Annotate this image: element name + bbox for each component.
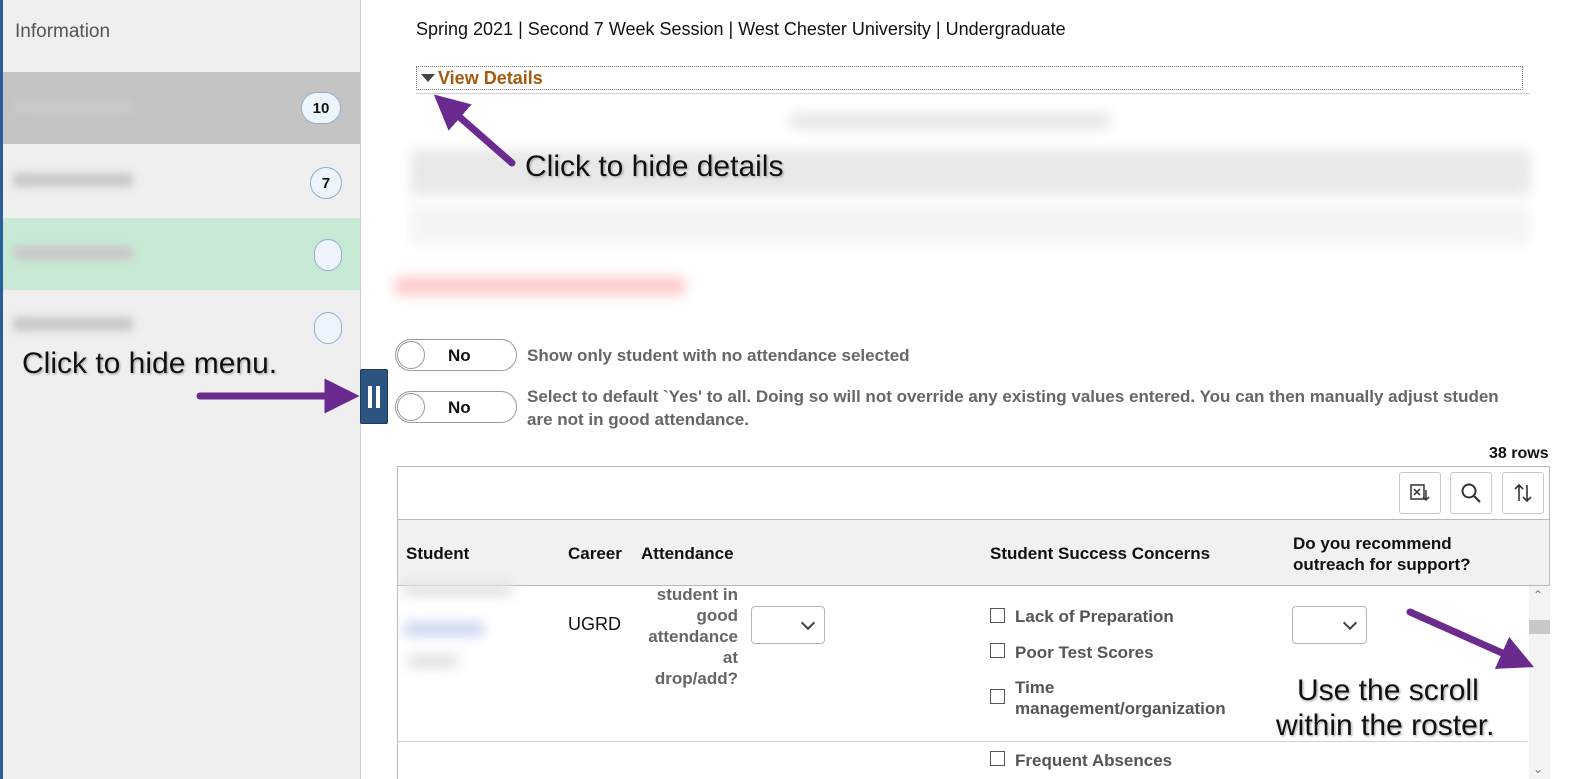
annotation-hide-menu: Click to hide menu.: [22, 347, 278, 380]
toggle-value: No: [448, 346, 471, 365]
attendance-question-line: student in: [656, 585, 738, 604]
column-concerns[interactable]: Student Success Concerns: [990, 543, 1210, 564]
scroll-up-icon[interactable]: ⌃: [1533, 588, 1543, 602]
column-student[interactable]: Student: [406, 543, 469, 564]
toggle-knob: [397, 393, 425, 421]
attendance-question-line: attendance: [648, 627, 738, 646]
concern-label: Lack of Preparation: [1015, 607, 1174, 626]
lack-of-preparation-checkbox[interactable]: [990, 608, 1005, 623]
default-yes-toggle[interactable]: No: [395, 391, 517, 423]
collapse-menu-button[interactable]: [360, 369, 388, 424]
term-info: Spring 2021 | Second 7 Week Session | We…: [416, 19, 1066, 39]
attendance-select[interactable]: [751, 606, 825, 644]
sidebar-item-3[interactable]: [3, 218, 360, 290]
scroll-down-icon[interactable]: ⌄: [1533, 762, 1543, 776]
column-outreach-line1[interactable]: Do you recommend: [1293, 533, 1452, 554]
column-outreach-line2: outreach for support?: [1293, 555, 1471, 574]
no-attendance-filter-toggle[interactable]: No: [395, 339, 517, 371]
row-count: 38 rows: [1489, 445, 1549, 462]
chevron-down-icon: [1342, 615, 1358, 631]
column-career[interactable]: Career: [568, 543, 622, 564]
sort-icon: [1514, 483, 1532, 503]
sidebar-item-2[interactable]: 7: [3, 145, 360, 217]
export-excel-button[interactable]: [1399, 472, 1441, 514]
count-badge: 7: [310, 167, 342, 199]
count-badge: 10: [301, 92, 341, 124]
time-management-checkbox[interactable]: [990, 689, 1005, 704]
scrollbar-thumb[interactable]: [1529, 620, 1550, 634]
sort-button[interactable]: [1502, 472, 1544, 514]
attendance-question: student in good attendance at drop/add?: [630, 584, 738, 689]
divider: [416, 93, 1530, 94]
sidebar: Information 10 7: [0, 0, 361, 779]
blurred-student-link[interactable]: [404, 622, 484, 636]
pause-bar: [368, 385, 372, 408]
attendance-question-line: at: [722, 648, 738, 667]
outreach-select[interactable]: [1292, 606, 1367, 644]
concern-label: Frequent Absences: [1015, 751, 1173, 770]
toggle-description: Show only student with no attendance sel…: [527, 346, 910, 365]
career-value: UGRD: [568, 614, 621, 634]
concern-label: Time: [1015, 678, 1055, 697]
blurred-student-id: [402, 582, 512, 596]
collapse-triangle-icon: [421, 74, 435, 82]
roster-scrollbar[interactable]: [1529, 586, 1550, 779]
blurred-warning: [395, 277, 685, 295]
grid-toolbar: [397, 466, 1550, 520]
blurred-details-row: [410, 205, 1530, 245]
chevron-down-icon: [800, 615, 816, 631]
column-attendance[interactable]: Attendance: [641, 543, 734, 564]
concern-label: management/organization: [1015, 699, 1226, 718]
count-badge: [314, 312, 342, 344]
toggle-description-line2: are not in good attendance.: [527, 410, 749, 429]
view-details-toggle[interactable]: View Details: [416, 66, 1523, 90]
export-excel-icon: [1410, 484, 1430, 502]
blurred-class-name: [13, 173, 133, 187]
concern-label: Poor Test Scores: [1015, 643, 1154, 662]
search-button[interactable]: [1450, 472, 1492, 514]
view-details-label: View Details: [438, 68, 543, 88]
blurred-class-name: [13, 246, 133, 260]
sidebar-title: Information: [15, 21, 111, 42]
count-badge: [314, 239, 342, 271]
poor-test-scores-checkbox[interactable]: [990, 643, 1005, 658]
annotation-scroll-line1: Use the scroll: [1297, 674, 1479, 707]
toggle-value: No: [448, 398, 471, 417]
pause-bar: [376, 385, 380, 408]
blurred-class-name: [13, 317, 133, 331]
blurred-student-detail: [408, 654, 458, 668]
sidebar-item-1[interactable]: 10: [3, 72, 360, 144]
annotation-scroll-line2: within the roster.: [1276, 709, 1495, 742]
annotation-hide-details: Click to hide details: [525, 150, 784, 183]
toggle-description-line1: Select to default `Yes' to all. Doing so…: [527, 387, 1499, 406]
attendance-question-line: drop/add?: [654, 669, 738, 688]
toggle-knob: [397, 341, 425, 369]
search-icon: [1461, 483, 1481, 503]
frequent-absences-checkbox[interactable]: [990, 751, 1005, 766]
attendance-question-line: good: [696, 606, 738, 625]
blurred-class-name: [13, 100, 133, 114]
blurred-caption: [790, 113, 1110, 129]
